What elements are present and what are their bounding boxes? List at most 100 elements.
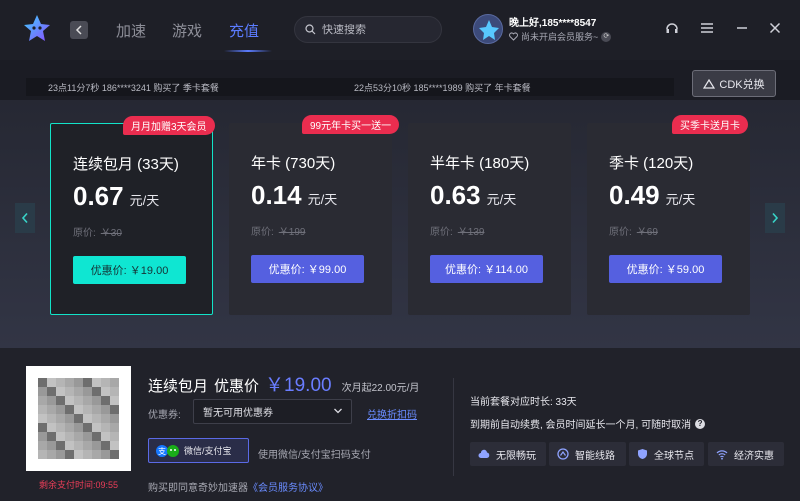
cdk-redeem-label: CDK兑换	[719, 78, 765, 91]
redeem-code-link[interactable]: 兑换折扣码	[367, 406, 417, 421]
qr-cell	[47, 405, 56, 414]
qr-cell	[74, 432, 83, 441]
plan-card-monthly[interactable]: 月月加赠3天会员 连续包月 (33天) 0.67 元/天 原价: ￥30 优惠价: …	[50, 116, 215, 315]
app-logo-icon	[24, 15, 50, 41]
qr-cell	[47, 423, 56, 432]
carousel-prev-button[interactable]	[15, 203, 35, 233]
service-agreement-link[interactable]: 《会员服务协议》	[248, 483, 328, 494]
deal-price-button[interactable]: 优惠价: ￥59.00	[609, 255, 722, 283]
qr-cell	[56, 387, 65, 396]
qr-cell	[47, 396, 56, 405]
vip-status[interactable]: 尚未开启会员服务~ ⟳	[509, 30, 612, 43]
menu-icon[interactable]	[699, 20, 715, 36]
plan-card-quarterly[interactable]: 买季卡送月卡 季卡 (120天) 0.49 元/天 原价: ￥69 优惠价: ￥59…	[587, 115, 750, 315]
payment-timer: 剩余支付时间:09:55	[38, 480, 119, 490]
qr-cell	[38, 441, 47, 450]
search-box[interactable]	[294, 16, 442, 43]
coupon-label: 优惠券:	[148, 410, 181, 421]
help-icon[interactable]: ?	[695, 418, 706, 429]
tab-accelerate[interactable]: 加速	[116, 20, 146, 41]
tab-recharge[interactable]: 充值	[229, 20, 259, 41]
qr-cell	[92, 432, 101, 441]
deal-price-button[interactable]: 优惠价: ￥114.00	[430, 255, 543, 283]
qr-cell	[65, 387, 74, 396]
ticker-item: 22点53分10秒 185****1989 购买了 年卡套餐	[354, 82, 531, 93]
qr-cell	[38, 405, 47, 414]
plan-card-halfyear[interactable]: 半年卡 (180天) 0.63 元/天 原价: ￥139 优惠价: ￥114.00	[408, 123, 571, 315]
qr-cell	[38, 423, 47, 432]
qr-cell	[38, 414, 47, 423]
qr-cell	[110, 441, 119, 450]
qr-cell	[101, 423, 110, 432]
promo-badge: 99元年卡买一送一	[302, 115, 400, 134]
avatar[interactable]	[473, 14, 503, 44]
qr-cell	[110, 378, 119, 387]
ticket-icon	[703, 78, 716, 89]
qr-cell	[38, 396, 47, 405]
qr-cell	[83, 414, 92, 423]
qr-cell	[47, 414, 56, 423]
qr-cell	[110, 405, 119, 414]
qr-cell	[110, 387, 119, 396]
carousel-next-button[interactable]	[765, 203, 785, 233]
qr-cell	[92, 450, 101, 459]
qr-cell	[110, 432, 119, 441]
top-bar: 加速 游戏 充值 晚上好,185****8547 尚未开启会员服务~ ⟳	[0, 0, 800, 60]
qr-cell	[65, 432, 74, 441]
qr-cell	[38, 378, 47, 387]
qr-cell	[83, 423, 92, 432]
original-price: 原价: ￥199	[251, 227, 306, 238]
qr-cell	[92, 423, 101, 432]
original-price: 原价: ￥30	[73, 228, 122, 239]
pay-hint: 使用微信/支付宝扫码支付	[258, 450, 371, 461]
selected-price-label: 优惠价	[214, 378, 260, 395]
payment-method-label: 微信/支付宝	[184, 446, 232, 456]
refresh-icon[interactable]: ⟳	[601, 31, 612, 42]
qr-cell	[56, 405, 65, 414]
deal-price-button[interactable]: 优惠价: ￥99.00	[251, 255, 364, 283]
qr-cell	[47, 441, 56, 450]
back-button[interactable]	[70, 21, 88, 39]
user-greeting: 晚上好,185****8547	[509, 18, 597, 29]
qr-cell	[47, 378, 56, 387]
plan-name: 半年卡 (180天)	[430, 155, 530, 172]
qr-cell	[92, 414, 101, 423]
qr-cell	[74, 387, 83, 396]
agreement-text: 购买即同意奇妙加速器《会员服务协议》	[148, 483, 328, 494]
qr-cell	[101, 396, 110, 405]
qr-cell	[101, 405, 110, 414]
qr-cell	[74, 441, 83, 450]
qr-cell	[65, 450, 74, 459]
coupon-value: 暂无可用优惠券	[203, 408, 273, 419]
qr-cell	[74, 414, 83, 423]
auto-renew-info: 到期前自动续费, 会员时间延长一个月, 可随时取消?	[470, 416, 706, 431]
promo-badge: 买季卡送月卡	[672, 115, 748, 134]
svg-text:支: 支	[158, 446, 166, 456]
tab-games[interactable]: 游戏	[172, 20, 202, 41]
qr-cell	[47, 432, 56, 441]
coupon-select[interactable]: 暂无可用优惠券	[193, 399, 352, 424]
search-input[interactable]	[322, 23, 432, 36]
chevron-down-icon	[334, 408, 342, 414]
plan-name: 年卡 (730天)	[251, 155, 336, 172]
qr-cell	[38, 450, 47, 459]
qr-cell	[110, 396, 119, 405]
close-icon[interactable]	[767, 20, 783, 36]
headset-icon[interactable]	[664, 20, 680, 36]
minimize-icon[interactable]	[734, 20, 750, 36]
chevron-left-icon	[21, 212, 28, 224]
qr-cell	[56, 423, 65, 432]
vip-status-text: 尚未开启会员服务~	[521, 32, 599, 42]
selected-price: ￥19.00	[265, 375, 332, 396]
qr-cell	[83, 432, 92, 441]
deal-price-button[interactable]: 优惠价: ￥19.00	[73, 256, 186, 284]
qr-cell	[56, 432, 65, 441]
plan-name: 季卡 (120天)	[609, 155, 694, 172]
qr-cell	[56, 378, 65, 387]
payment-method-wechat-alipay[interactable]: 支 微信/支付宝	[148, 438, 249, 463]
panel-divider	[453, 378, 454, 476]
qr-cell	[101, 387, 110, 396]
plan-card-yearly[interactable]: 99元年卡买一送一 年卡 (730天) 0.14 元/天 原价: ￥199 优惠价:…	[229, 115, 400, 315]
cdk-redeem-button[interactable]: CDK兑换	[692, 70, 776, 97]
qr-cell	[110, 423, 119, 432]
